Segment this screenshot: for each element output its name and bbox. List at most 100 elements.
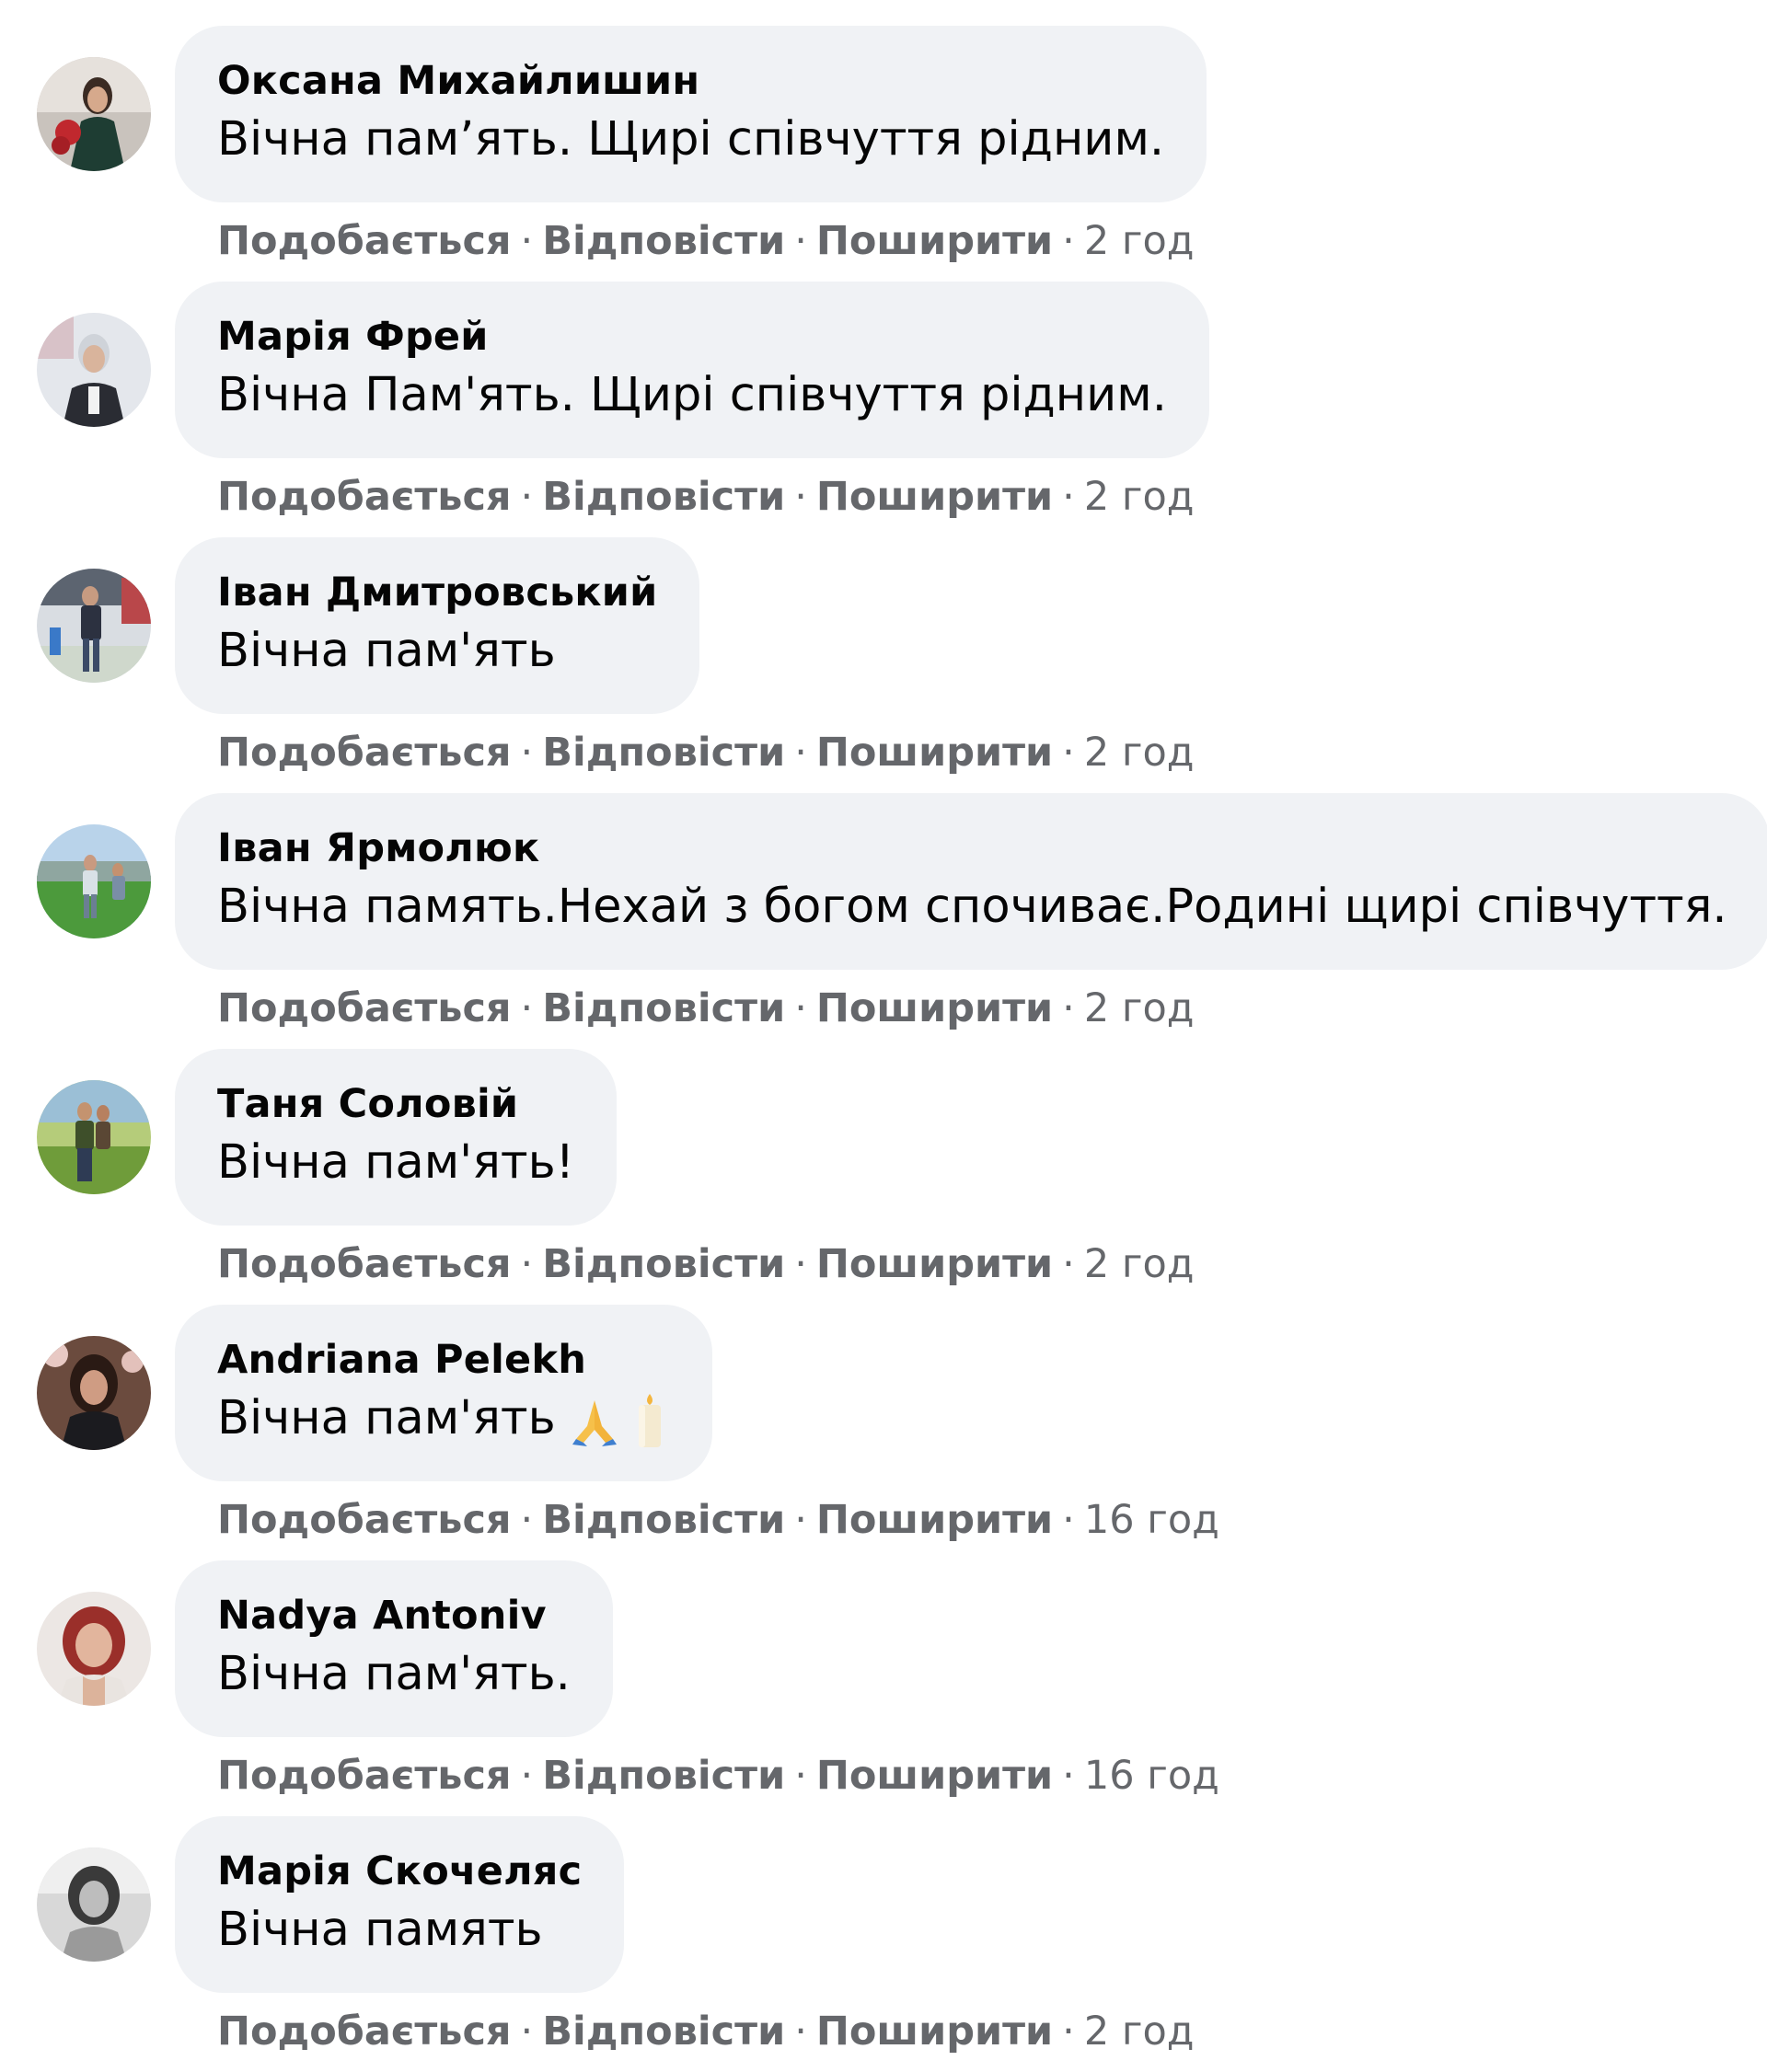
- like-button[interactable]: Подобається: [217, 218, 512, 264]
- comment-bubble: Іван Дмитровський Вічна пам'ять: [175, 537, 700, 714]
- comment-author[interactable]: Оксана Михайлишин: [217, 57, 1164, 105]
- comment-text: Вічна пам'ять: [217, 1386, 670, 1452]
- comment-actions: Подобається · Відповісти · Поширити · 2 год: [217, 471, 1195, 523]
- avatar[interactable]: [37, 1848, 151, 1962]
- reply-button[interactable]: Відповісти: [542, 1497, 785, 1543]
- like-button[interactable]: Подобається: [217, 1497, 512, 1543]
- comment-timestamp[interactable]: 2 год: [1084, 2009, 1195, 2055]
- separator: ·: [794, 474, 807, 520]
- separator: ·: [520, 985, 534, 1031]
- comment-text: Вічна пам'ять!: [217, 1135, 575, 1190]
- share-button[interactable]: Поширити: [816, 985, 1053, 1031]
- separator: ·: [1062, 474, 1075, 520]
- separator: ·: [1062, 1497, 1075, 1543]
- comment-author[interactable]: Andriana Pelekh: [217, 1336, 670, 1384]
- comment-text: Вічна пам'ять: [217, 624, 556, 678]
- comment-author[interactable]: Марія Фрей: [217, 313, 1167, 361]
- comment: Nadya Antoniv Вічна пам'ять. Подобається…: [0, 1560, 1767, 1816]
- separator: ·: [520, 1241, 534, 1287]
- comment-bubble: Таня Соловій Вічна пам'ять!: [175, 1049, 618, 1226]
- avatar[interactable]: [37, 824, 151, 938]
- reply-button[interactable]: Відповісти: [542, 1753, 785, 1799]
- share-button[interactable]: Поширити: [816, 1753, 1053, 1799]
- comment: Оксана Михайлишин Вічна пам’ять. Щирі сп…: [0, 26, 1767, 282]
- comment-actions: Подобається · Відповісти · Поширити · 2 год: [217, 1238, 1195, 1290]
- comment: Andriana Pelekh Вічна пам'ять Подобаєтьс…: [0, 1305, 1767, 1560]
- separator: ·: [1062, 730, 1075, 776]
- comment-author[interactable]: Марія Скочеляс: [217, 1848, 582, 1895]
- comment-actions: Подобається · Відповісти · Поширити · 16 год: [217, 1494, 1219, 1546]
- reply-button[interactable]: Відповісти: [542, 474, 785, 520]
- separator: ·: [794, 2009, 807, 2055]
- share-button[interactable]: Поширити: [816, 474, 1053, 520]
- comment-actions: Подобається · Відповісти · Поширити · 16 год: [217, 1750, 1219, 1801]
- separator: ·: [1062, 1241, 1075, 1287]
- separator: ·: [1062, 218, 1075, 264]
- comment-text-content: Вічна пам'ять: [217, 1391, 556, 1445]
- avatar[interactable]: [37, 313, 151, 427]
- separator: ·: [1062, 985, 1075, 1031]
- separator: ·: [520, 474, 534, 520]
- comment-actions: Подобається · Відповісти · Поширити · 2 год: [217, 727, 1195, 778]
- comment-text: Вічна пам'ять.: [217, 1647, 571, 1701]
- share-button[interactable]: Поширити: [816, 2009, 1053, 2055]
- reply-button[interactable]: Відповісти: [542, 218, 785, 264]
- comment-bubble: Оксана Михайлишин Вічна пам’ять. Щирі сп…: [175, 26, 1207, 202]
- comment-author[interactable]: Іван Ярмолюк: [217, 824, 1727, 872]
- comment: Марія Скочеляс Вічна память Подобається ·…: [0, 1816, 1767, 2072]
- separator: ·: [794, 985, 807, 1031]
- avatar[interactable]: [37, 1336, 151, 1450]
- comment-timestamp[interactable]: 2 год: [1084, 474, 1195, 520]
- like-button[interactable]: Подобається: [217, 985, 512, 1031]
- comment-timestamp[interactable]: 16 год: [1084, 1753, 1219, 1799]
- like-button[interactable]: Подобається: [217, 1241, 512, 1287]
- comment-bubble: Nadya Antoniv Вічна пам'ять.: [175, 1560, 613, 1737]
- comment-text: Вічна пам’ять. Щирі співчуття рідним.: [217, 112, 1165, 167]
- comment-author[interactable]: Nadya Antoniv: [217, 1592, 571, 1640]
- comment-timestamp[interactable]: 2 год: [1084, 985, 1195, 1031]
- avatar[interactable]: [37, 57, 151, 171]
- comment-actions: Подобається · Відповісти · Поширити · 2 год: [217, 215, 1195, 267]
- comment: Марія Фрей Вічна Пам'ять. Щирі співчуття…: [0, 282, 1767, 537]
- separator: ·: [520, 218, 534, 264]
- comment-bubble: Марія Фрей Вічна Пам'ять. Щирі співчуття…: [175, 282, 1209, 458]
- comment-timestamp[interactable]: 16 год: [1084, 1497, 1219, 1543]
- like-button[interactable]: Подобається: [217, 474, 512, 520]
- separator: ·: [520, 1753, 534, 1799]
- separator: ·: [794, 730, 807, 776]
- share-button[interactable]: Поширити: [816, 1241, 1053, 1287]
- comment-bubble: Іван Ярмолюк Вічна память.Нехай з богом …: [175, 793, 1767, 970]
- like-button[interactable]: Подобається: [217, 2009, 512, 2055]
- separator: ·: [520, 1497, 534, 1543]
- comment-text: Вічна память: [217, 1903, 543, 1957]
- comment-timestamp[interactable]: 2 год: [1084, 218, 1195, 264]
- share-button[interactable]: Поширити: [816, 730, 1053, 776]
- share-button[interactable]: Поширити: [816, 1497, 1053, 1543]
- reply-button[interactable]: Відповісти: [542, 730, 785, 776]
- avatar[interactable]: [37, 569, 151, 683]
- comment-timestamp[interactable]: 2 год: [1084, 730, 1195, 776]
- share-button[interactable]: Поширити: [816, 218, 1053, 264]
- comment-timestamp[interactable]: 2 год: [1084, 1241, 1195, 1287]
- reply-button[interactable]: Відповісти: [542, 1241, 785, 1287]
- separator: ·: [520, 730, 534, 776]
- avatar[interactable]: [37, 1592, 151, 1706]
- comment-bubble: Марія Скочеляс Вічна память: [175, 1816, 625, 1993]
- comment-author[interactable]: Іван Дмитровський: [217, 569, 657, 616]
- candle-icon: [638, 1394, 661, 1447]
- comment: Іван Дмитровський Вічна пам'ять Подобаєт…: [0, 537, 1767, 793]
- separator: ·: [794, 1497, 807, 1543]
- reply-button[interactable]: Відповісти: [542, 985, 785, 1031]
- comment-bubble: Andriana Pelekh Вічна пам'ять: [175, 1305, 712, 1481]
- comment-author[interactable]: Таня Соловій: [217, 1080, 574, 1128]
- like-button[interactable]: Подобається: [217, 1753, 512, 1799]
- separator: ·: [794, 1241, 807, 1287]
- folded-hands-icon: [572, 1400, 617, 1446]
- reply-button[interactable]: Відповісти: [542, 2009, 785, 2055]
- like-button[interactable]: Подобається: [217, 730, 512, 776]
- comment: Іван Ярмолюк Вічна память.Нехай з богом …: [0, 793, 1767, 1049]
- avatar[interactable]: [37, 1080, 151, 1194]
- comment-actions: Подобається · Відповісти · Поширити · 2 год: [217, 983, 1195, 1034]
- comment: Таня Соловій Вічна пам'ять! Подобається ·…: [0, 1049, 1767, 1305]
- separator: ·: [1062, 2009, 1075, 2055]
